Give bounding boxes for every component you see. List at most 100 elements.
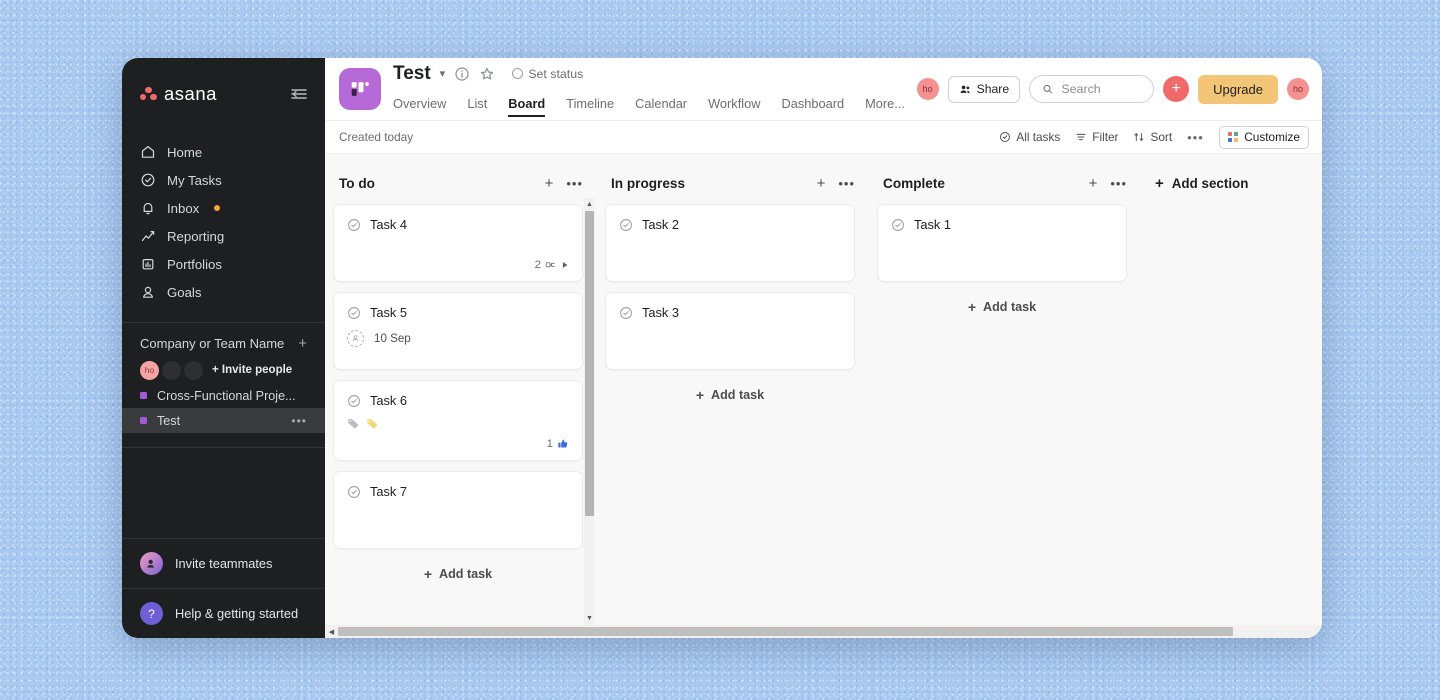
team-name-label: Company or Team Name bbox=[140, 336, 285, 351]
scroll-left-icon[interactable]: ◀ bbox=[325, 625, 338, 638]
scroll-track[interactable] bbox=[584, 211, 595, 612]
check-circle-icon[interactable] bbox=[347, 306, 361, 320]
due-date[interactable]: 10 Sep bbox=[374, 332, 411, 345]
sort-button[interactable]: Sort bbox=[1133, 130, 1172, 144]
add-task-button[interactable]: + Add task bbox=[877, 292, 1127, 322]
add-task-to-column-icon[interactable]: + bbox=[545, 176, 554, 191]
all-tasks-button[interactable]: All tasks bbox=[999, 130, 1060, 144]
column-more-icon[interactable]: ••• bbox=[838, 176, 855, 191]
home-icon bbox=[141, 146, 155, 158]
tab-overview[interactable]: Overview bbox=[393, 96, 446, 117]
add-task-to-column-icon[interactable]: + bbox=[1089, 176, 1098, 191]
thumbs-up-icon[interactable] bbox=[557, 438, 569, 450]
sidebar-project-cross-functional[interactable]: Cross-Functional Proje... bbox=[122, 383, 325, 408]
sidebar-item-reporting[interactable]: Reporting bbox=[122, 222, 325, 250]
invite-teammates-button[interactable]: Invite teammates bbox=[122, 538, 325, 588]
scroll-up-icon[interactable]: ▲ bbox=[584, 198, 595, 211]
task-card[interactable]: Task 2 bbox=[605, 204, 855, 282]
add-task-label: Add task bbox=[711, 388, 765, 402]
task-card[interactable]: Task 6 1 bbox=[333, 380, 583, 461]
project-more-icon[interactable]: ••• bbox=[291, 414, 307, 428]
tab-workflow[interactable]: Workflow bbox=[708, 96, 760, 117]
task-card[interactable]: Task 1 bbox=[877, 204, 1127, 282]
expand-triangle-icon[interactable] bbox=[561, 261, 569, 269]
search-box[interactable] bbox=[1029, 75, 1155, 103]
header-actions: ho Share + Upgrade ho bbox=[916, 74, 1309, 104]
account-avatar[interactable]: ho bbox=[1287, 78, 1309, 100]
asana-logo-icon bbox=[140, 87, 157, 101]
avatar[interactable]: ho bbox=[916, 78, 939, 100]
check-circle-icon[interactable] bbox=[891, 218, 905, 232]
scroll-track[interactable] bbox=[338, 625, 1322, 638]
tab-calendar[interactable]: Calendar bbox=[635, 96, 687, 117]
card-tags bbox=[347, 417, 569, 430]
share-button[interactable]: Share bbox=[947, 75, 1021, 103]
plus-icon[interactable]: + bbox=[298, 336, 307, 351]
tab-board[interactable]: Board bbox=[508, 96, 546, 117]
tag-icon[interactable] bbox=[366, 417, 379, 430]
add-task-to-column-icon[interactable]: + bbox=[817, 176, 826, 191]
customize-label: Customize bbox=[1244, 130, 1300, 144]
check-circle-icon[interactable] bbox=[347, 218, 361, 232]
collapse-sidebar-icon[interactable] bbox=[289, 84, 309, 104]
task-card[interactable]: Task 4 2 bbox=[333, 204, 583, 282]
avatar[interactable]: ho bbox=[140, 360, 159, 380]
task-card[interactable]: Task 3 bbox=[605, 292, 855, 370]
customize-button[interactable]: Customize bbox=[1218, 125, 1309, 149]
set-status-button[interactable]: Set status bbox=[512, 67, 583, 81]
sidebar-project-test[interactable]: Test ••• bbox=[122, 408, 325, 433]
check-circle-icon[interactable] bbox=[347, 485, 361, 499]
column-title: In progress bbox=[611, 175, 686, 191]
tab-more[interactable]: More... bbox=[865, 96, 905, 117]
sidebar-item-inbox[interactable]: Inbox bbox=[122, 194, 325, 222]
column-more-icon[interactable]: ••• bbox=[1110, 176, 1127, 191]
set-status-label: Set status bbox=[528, 66, 584, 81]
filter-button[interactable]: Filter bbox=[1075, 130, 1118, 144]
sidebar-item-home[interactable]: Home bbox=[122, 138, 325, 166]
sidebar-item-my-tasks[interactable]: My Tasks bbox=[122, 166, 325, 194]
check-circle-icon[interactable] bbox=[347, 394, 361, 408]
column-actions: + ••• bbox=[1089, 176, 1127, 191]
star-outline-icon[interactable] bbox=[479, 66, 495, 82]
sidebar-item-portfolios[interactable]: Portfolios bbox=[122, 250, 325, 278]
sidebar-item-goals[interactable]: Goals bbox=[122, 278, 325, 306]
check-circle-icon[interactable] bbox=[619, 218, 633, 232]
chevron-down-icon[interactable]: ▾ bbox=[440, 67, 446, 80]
add-task-button[interactable]: + Add task bbox=[333, 559, 583, 589]
card-title: Task 1 bbox=[914, 217, 951, 232]
asana-logo[interactable]: asana bbox=[140, 83, 217, 105]
bottom-item-label: Invite teammates bbox=[175, 556, 273, 571]
tab-timeline[interactable]: Timeline bbox=[566, 96, 614, 117]
check-circle-icon bbox=[141, 173, 155, 187]
assignee-placeholder-icon[interactable] bbox=[347, 330, 364, 347]
column-vertical-scrollbar[interactable]: ▲ ▼ bbox=[584, 198, 595, 625]
help-getting-started-button[interactable]: ? Help & getting started bbox=[122, 588, 325, 638]
task-card[interactable]: Task 5 10 Sep bbox=[333, 292, 583, 370]
tab-list[interactable]: List bbox=[467, 96, 487, 117]
check-circle-icon[interactable] bbox=[619, 306, 633, 320]
add-task-button[interactable]: + Add task bbox=[605, 380, 855, 410]
column-actions: + ••• bbox=[817, 176, 855, 191]
sort-label: Sort bbox=[1150, 130, 1173, 144]
add-section-button[interactable]: + Add section bbox=[1141, 168, 1262, 198]
check-circle-icon bbox=[1000, 132, 1011, 142]
ellipsis-icon[interactable]: ••• bbox=[1187, 130, 1204, 145]
scroll-down-icon[interactable]: ▼ bbox=[584, 612, 595, 625]
task-card[interactable]: Task 7 bbox=[333, 471, 583, 549]
info-circle-icon[interactable] bbox=[454, 66, 470, 82]
add-button[interactable]: + bbox=[1163, 76, 1190, 102]
card-title-row: Task 5 bbox=[347, 305, 569, 320]
column-more-icon[interactable]: ••• bbox=[566, 176, 583, 191]
board-horizontal-scrollbar[interactable]: ◀ bbox=[325, 625, 1322, 638]
invite-people-button[interactable]: + Invite people bbox=[212, 364, 292, 376]
sidebar-item-label: Goals bbox=[167, 284, 202, 300]
scroll-thumb[interactable] bbox=[338, 627, 1234, 636]
upgrade-button[interactable]: Upgrade bbox=[1198, 74, 1278, 104]
card-title-row: Task 7 bbox=[347, 484, 569, 499]
scroll-thumb[interactable] bbox=[585, 211, 594, 516]
tag-icon[interactable] bbox=[347, 417, 360, 430]
search-input[interactable] bbox=[1061, 82, 1142, 96]
tab-dashboard[interactable]: Dashboard bbox=[781, 96, 844, 117]
view-tabs: Overview List Board Timeline Calendar Wo… bbox=[393, 91, 905, 117]
subtask-count: 2 bbox=[534, 259, 541, 271]
